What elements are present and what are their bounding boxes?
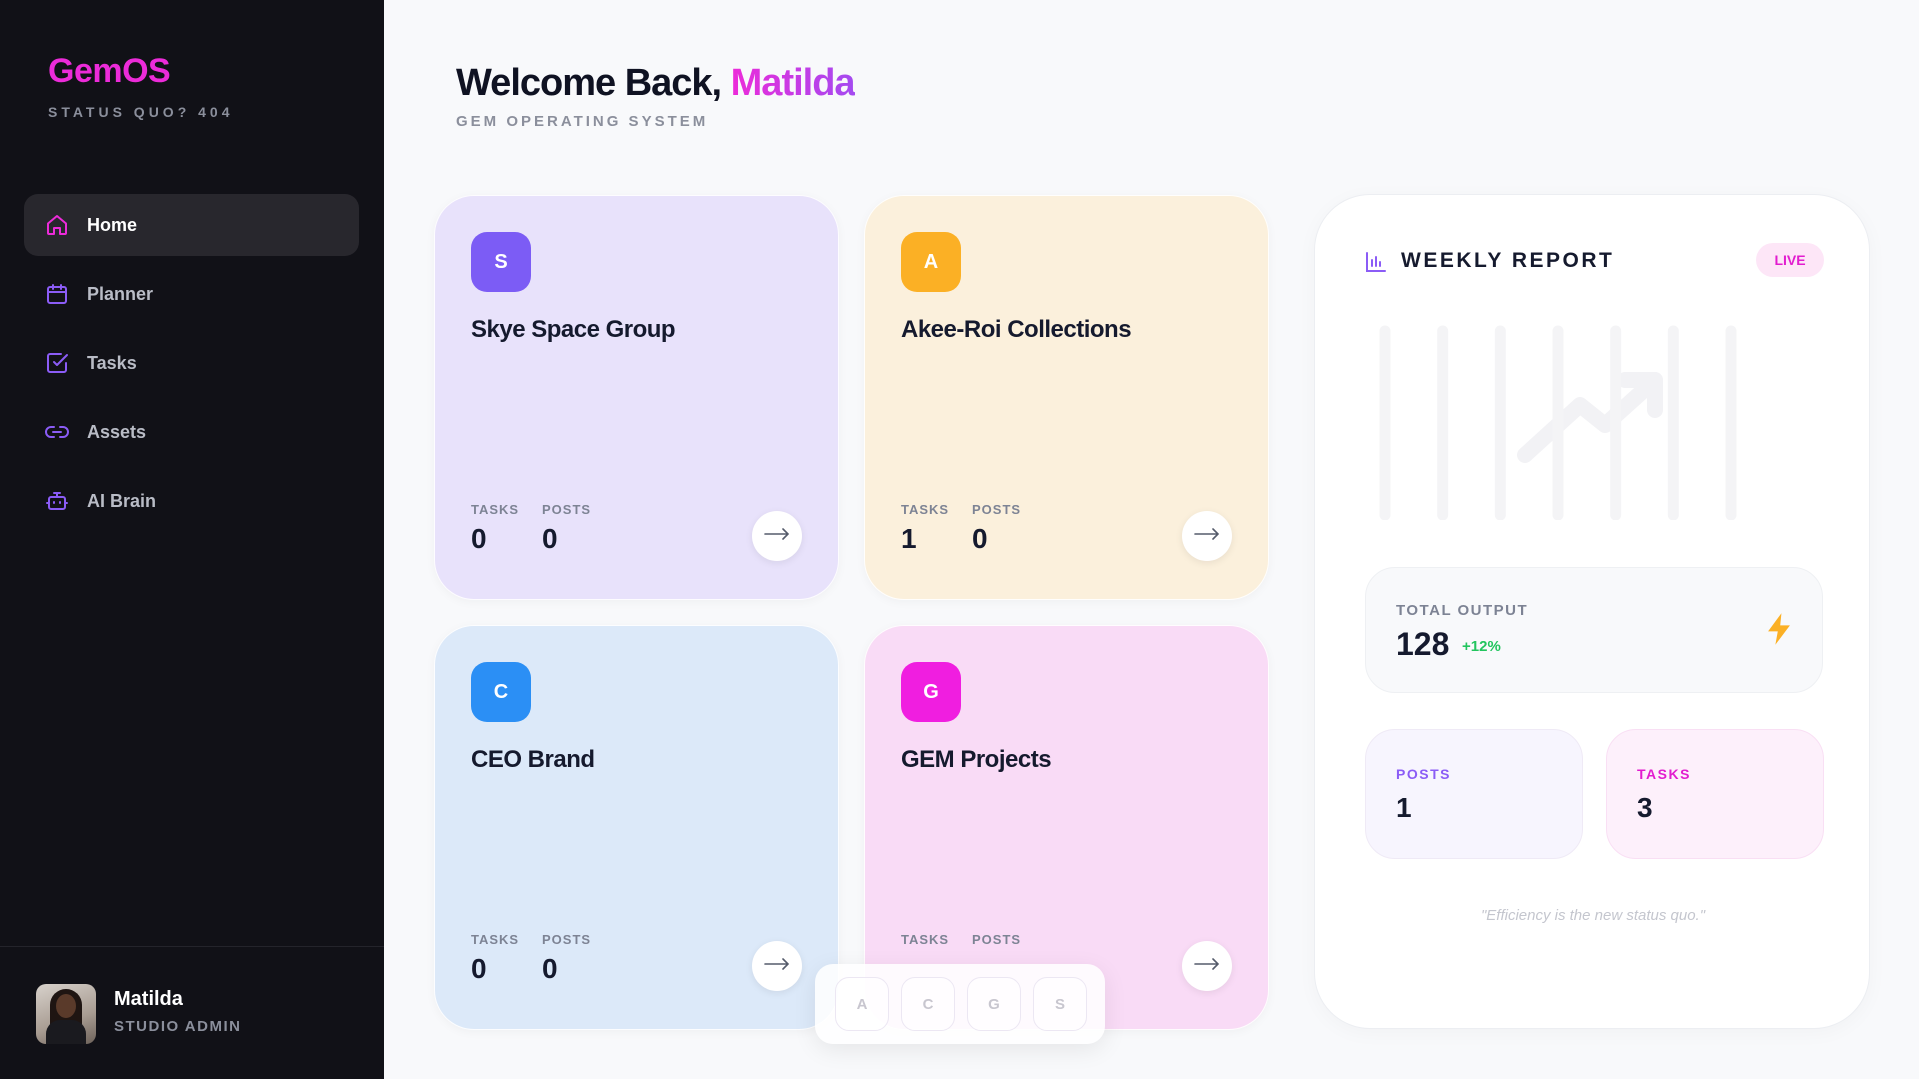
user-name: Matilda [114,988,183,1010]
checkbox-icon [44,350,70,376]
open-brand-button[interactable] [1182,941,1232,991]
posts-stat: POSTS 0 [542,932,592,984]
link-icon [44,419,70,445]
trend-arrow-watermark [1517,372,1663,463]
brand-badge: S [471,232,531,292]
tasks-stat: TASKS 1 [901,502,950,554]
robot-icon [44,488,70,514]
sidebar-item-label: Tasks [87,352,137,373]
open-brand-button[interactable] [752,511,802,561]
tasks-stat: TASKS 0 [471,932,520,984]
open-brand-button[interactable] [1182,511,1232,561]
total-output-delta: +12% [1462,638,1501,655]
sidebar-item-assets[interactable]: Assets [24,401,359,463]
total-output-value: 128 [1396,626,1450,662]
posts-summary-label: POSTS [1396,766,1451,782]
tasks-summary-value: 3 [1637,792,1653,823]
home-icon [44,212,70,238]
brand-name: Skye Space Group [471,316,676,343]
sidebar-divider [0,946,384,947]
tasks-stat: TASKS [901,932,950,947]
avatar[interactable] [36,984,96,1044]
arrow-right-icon [764,957,790,975]
calendar-icon [44,281,70,307]
welcome-prefix: Welcome Back, [456,62,731,104]
brand-badge: C [471,662,531,722]
brand-badge: G [901,662,961,722]
bar-chart-icon [1365,251,1387,278]
posts-stat: POSTS 0 [542,502,592,554]
posts-stat: POSTS 0 [972,502,1022,554]
user-role: STUDIO ADMIN [114,1018,242,1035]
motto-quote: "Efficiency is the new status quo." [1480,907,1706,924]
tasks-summary-card: TASKS 3 [1606,729,1824,859]
sidebar: GemOS STATUS QUO? 404 Home Planner Tasks… [0,0,384,1079]
tasks-summary-label: TASKS [1637,766,1691,782]
brand-name: Akee-Roi Collections [901,316,1132,343]
arrow-right-icon [764,527,790,545]
report-title: WEEKLY REPORT [1401,249,1615,272]
app-logo[interactable]: GemOS [48,52,171,91]
sidebar-item-planner[interactable]: Planner [24,263,359,325]
page-subtitle: GEM OPERATING SYSTEM [456,113,709,130]
total-output-label: TOTAL OUTPUT [1396,602,1529,619]
total-output-card: TOTAL OUTPUT 128 +12% [1365,567,1823,693]
weekly-report-panel: WEEKLY REPORT LIVE TOTAL OUTPUT 128 +12%… [1314,194,1870,1029]
dock-item-a[interactable]: A [835,977,889,1031]
brand-name: CEO Brand [471,746,595,773]
arrow-right-icon [1194,527,1220,545]
brand-switcher-dock: A C G S [815,964,1105,1044]
app-tagline: STATUS QUO? 404 [48,104,234,120]
page-title: Welcome Back, Matilda [456,62,856,105]
lightning-icon [1764,612,1794,651]
posts-stat: POSTS [972,932,1022,947]
brand-card-akee-roi[interactable]: A Akee-Roi Collections TASKS 1 POSTS 0 [864,195,1269,600]
arrow-right-icon [1194,957,1220,975]
posts-summary-card: POSTS 1 [1365,729,1583,859]
tasks-stat: TASKS 0 [471,502,520,554]
sidebar-item-tasks[interactable]: Tasks [24,332,359,394]
sidebar-item-label: Assets [87,421,147,442]
weekly-bar-chart [1379,325,1737,520]
posts-summary-value: 1 [1396,792,1412,823]
brand-card-ceo[interactable]: C CEO Brand TASKS 0 POSTS 0 [434,625,839,1030]
sidebar-item-label: AI Brain [87,490,157,511]
sidebar-item-ai-brain[interactable]: AI Brain [24,470,359,532]
brand-badge: A [901,232,961,292]
dock-item-c[interactable]: C [901,977,955,1031]
dock-item-s[interactable]: S [1033,977,1087,1031]
dock-item-g[interactable]: G [967,977,1021,1031]
brand-card-skye[interactable]: S Skye Space Group TASKS 0 POSTS 0 [434,195,839,600]
live-badge: LIVE [1756,243,1824,277]
sidebar-item-home[interactable]: Home [24,194,359,256]
sidebar-item-label: Home [87,214,138,235]
welcome-name: Matilda [730,62,856,104]
sidebar-nav: Home Planner Tasks Assets AI Brain [24,194,359,539]
sidebar-item-label: Planner [87,283,154,304]
open-brand-button[interactable] [752,941,802,991]
brand-name: GEM Projects [901,746,1052,773]
